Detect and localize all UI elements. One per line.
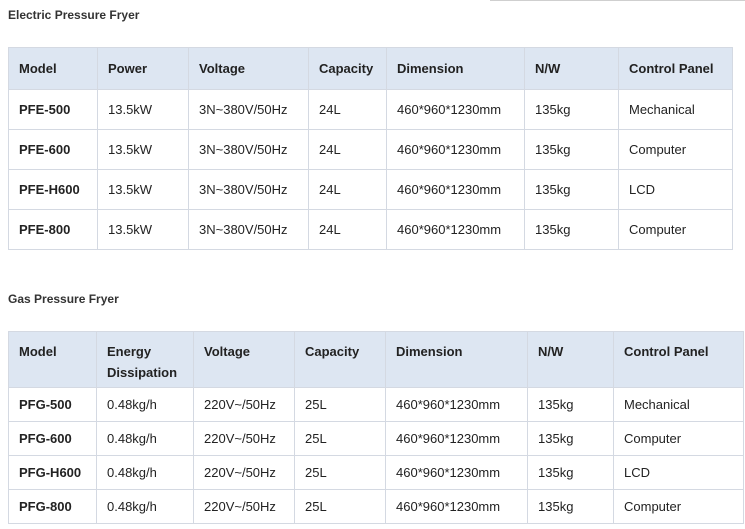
table-row: PFG-800 0.48kg/h 220V~/50Hz 25L 460*960*…	[8, 489, 744, 524]
table-cell: LCD	[618, 169, 733, 210]
table-cell: Computer	[613, 421, 744, 456]
column-header: Voltage	[188, 47, 309, 90]
model-cell: PFG-800	[8, 489, 97, 524]
table-row: PFG-600 0.48kg/h 220V~/50Hz 25L 460*960*…	[8, 421, 744, 456]
column-header: Model	[8, 331, 97, 388]
table-cell: LCD	[613, 455, 744, 490]
table-cell: 0.48kg/h	[96, 489, 194, 524]
table-cell: 460*960*1230mm	[386, 209, 525, 250]
table-cell: 460*960*1230mm	[385, 489, 528, 524]
table-cell: 460*960*1230mm	[386, 129, 525, 170]
table-cell: 135kg	[524, 209, 619, 250]
table-cell: Computer	[613, 489, 744, 524]
model-cell: PFG-500	[8, 387, 97, 422]
table-cell: 220V~/50Hz	[193, 421, 295, 456]
table-cell: 13.5kW	[97, 169, 189, 210]
table-cell: 460*960*1230mm	[385, 421, 528, 456]
table-row: PFG-H600 0.48kg/h 220V~/50Hz 25L 460*960…	[8, 455, 744, 490]
table-cell: 3N~380V/50Hz	[188, 89, 309, 130]
table-row: PFE-800 13.5kW 3N~380V/50Hz 24L 460*960*…	[8, 209, 733, 250]
table-cell: 13.5kW	[97, 129, 189, 170]
model-cell: PFG-600	[8, 421, 97, 456]
electric-spec-table: Model Power Voltage Capacity Dimension N…	[8, 47, 733, 250]
table-cell: 3N~380V/50Hz	[188, 209, 309, 250]
table-cell: 0.48kg/h	[96, 387, 194, 422]
column-header: Capacity	[294, 331, 386, 388]
model-cell: PFE-H600	[8, 169, 98, 210]
table-cell: 460*960*1230mm	[386, 169, 525, 210]
table-cell: 25L	[294, 387, 386, 422]
gas-section-title: Gas Pressure Fryer	[8, 292, 119, 306]
column-header: Capacity	[308, 47, 387, 90]
table-cell: Computer	[618, 209, 733, 250]
electric-section-title: Electric Pressure Fryer	[8, 8, 140, 22]
table-row: PFE-500 13.5kW 3N~380V/50Hz 24L 460*960*…	[8, 89, 733, 130]
table-row: PFE-H600 13.5kW 3N~380V/50Hz 24L 460*960…	[8, 169, 733, 210]
table-cell: 135kg	[527, 421, 614, 456]
table-cell: 135kg	[527, 387, 614, 422]
model-cell: PFE-600	[8, 129, 98, 170]
table-cell: 25L	[294, 489, 386, 524]
table-cell: Computer	[618, 129, 733, 170]
table-cell: 24L	[308, 209, 387, 250]
table-cell: 24L	[308, 169, 387, 210]
column-header: Power	[97, 47, 189, 90]
table-cell: 13.5kW	[97, 89, 189, 130]
table-cell: 135kg	[524, 169, 619, 210]
column-header: Energy Dissipation	[96, 331, 194, 388]
column-header: Control Panel	[618, 47, 733, 90]
table-cell: Mechanical	[618, 89, 733, 130]
table-header-row: Model Power Voltage Capacity Dimension N…	[8, 47, 733, 90]
table-row: PFG-500 0.48kg/h 220V~/50Hz 25L 460*960*…	[8, 387, 744, 422]
table-cell: 0.48kg/h	[96, 455, 194, 490]
table-cell: 460*960*1230mm	[385, 455, 528, 490]
table-header-row: Model Energy Dissipation Voltage Capacit…	[8, 331, 744, 388]
table-cell: 24L	[308, 89, 387, 130]
table-row: PFE-600 13.5kW 3N~380V/50Hz 24L 460*960*…	[8, 129, 733, 170]
table-cell: 25L	[294, 455, 386, 490]
table-cell: 13.5kW	[97, 209, 189, 250]
top-divider	[490, 0, 745, 1]
table-cell: 3N~380V/50Hz	[188, 129, 309, 170]
model-cell: PFE-500	[8, 89, 98, 130]
table-cell: 220V~/50Hz	[193, 455, 295, 490]
table-cell: 135kg	[524, 89, 619, 130]
table-cell: 0.48kg/h	[96, 421, 194, 456]
gas-spec-table: Model Energy Dissipation Voltage Capacit…	[8, 331, 744, 524]
table-cell: 135kg	[524, 129, 619, 170]
table-cell: 460*960*1230mm	[385, 387, 528, 422]
table-cell: 135kg	[527, 455, 614, 490]
table-cell: 24L	[308, 129, 387, 170]
table-cell: 25L	[294, 421, 386, 456]
table-cell: Mechanical	[613, 387, 744, 422]
column-header: Model	[8, 47, 98, 90]
column-header: N/W	[527, 331, 614, 388]
table-cell: 460*960*1230mm	[386, 89, 525, 130]
model-cell: PFE-800	[8, 209, 98, 250]
table-cell: 3N~380V/50Hz	[188, 169, 309, 210]
column-header: Dimension	[385, 331, 528, 388]
column-header: Dimension	[386, 47, 525, 90]
column-header: N/W	[524, 47, 619, 90]
column-header: Voltage	[193, 331, 295, 388]
table-cell: 220V~/50Hz	[193, 489, 295, 524]
table-cell: 220V~/50Hz	[193, 387, 295, 422]
model-cell: PFG-H600	[8, 455, 97, 490]
column-header: Control Panel	[613, 331, 744, 388]
table-cell: 135kg	[527, 489, 614, 524]
